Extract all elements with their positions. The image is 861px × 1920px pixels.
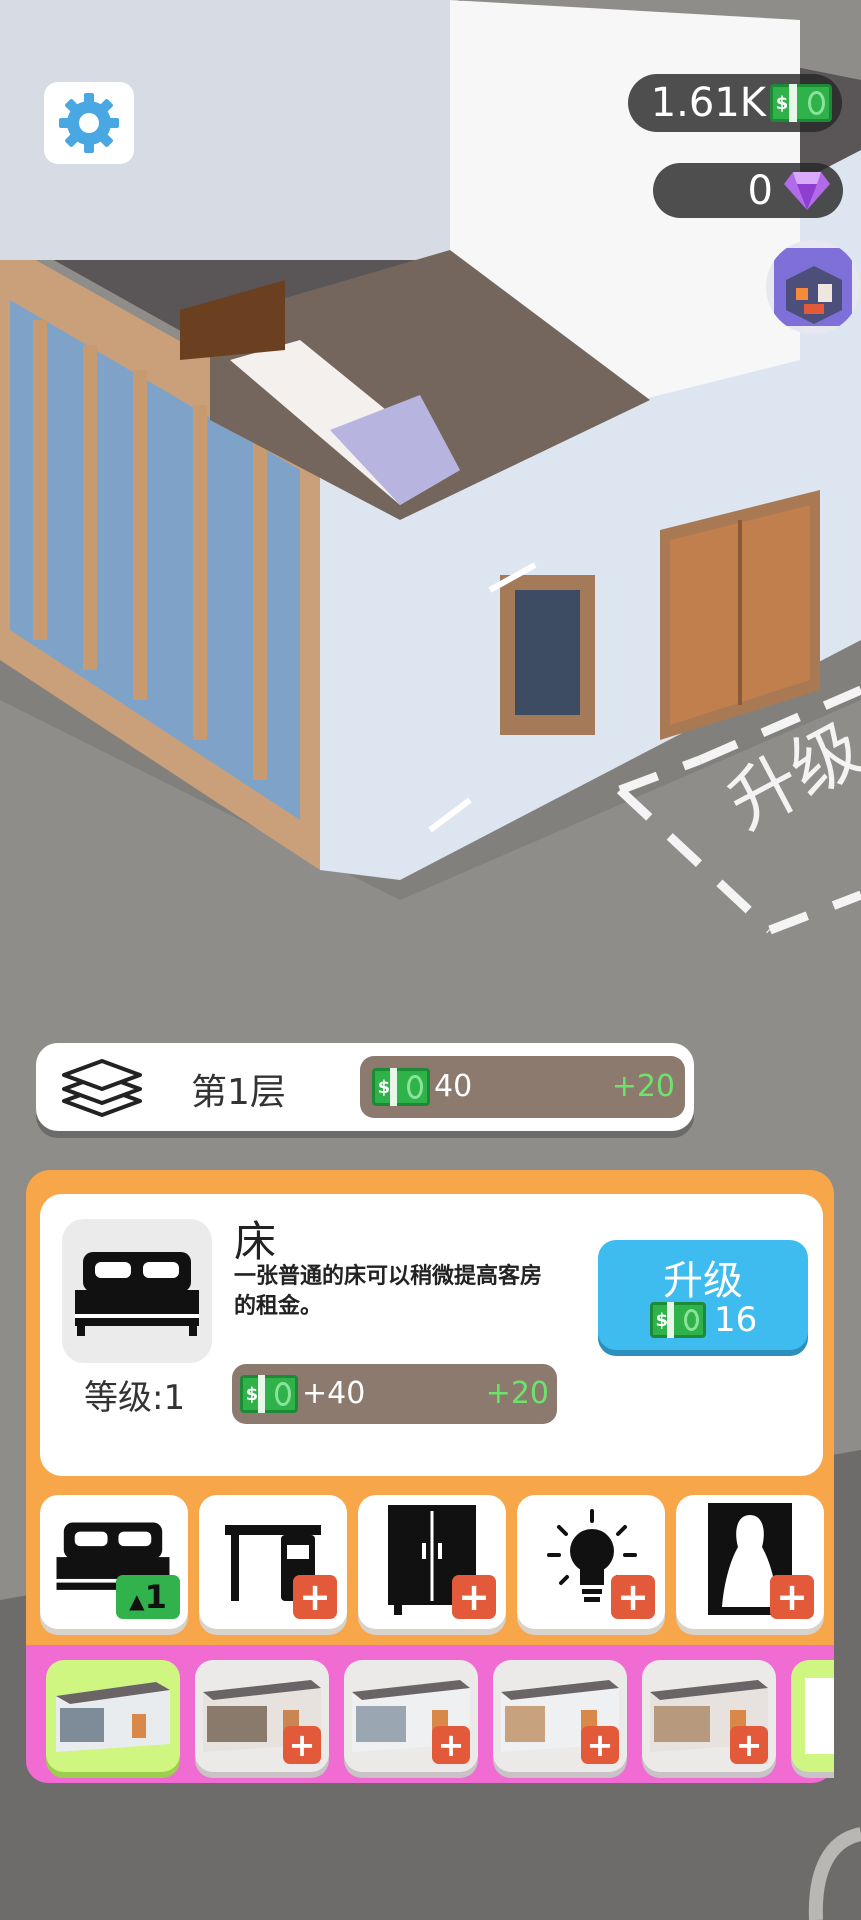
floor-income: 40 — [434, 1069, 473, 1104]
house-option-selected[interactable] — [46, 1660, 180, 1772]
floor-bonus: +20 — [611, 1069, 675, 1104]
add-icon: + — [730, 1726, 768, 1764]
furniture-slot-desk[interactable]: + — [199, 1495, 347, 1629]
item-bonus: +20 — [485, 1376, 549, 1411]
level-badge: ▲1 — [116, 1575, 180, 1619]
furniture-slot-mirror[interactable]: + — [676, 1495, 824, 1629]
furniture-slot-lamp[interactable]: + — [517, 1495, 665, 1629]
bed-icon — [75, 1252, 199, 1336]
item-name: 床 — [234, 1217, 277, 1266]
house-thumbnail-icon — [805, 1678, 834, 1754]
add-icon: + — [293, 1575, 337, 1619]
item-detail-card: 等级:1 床 一张普通的床可以稍微提高客房 的租金。 $ +40 +20 升级 … — [40, 1194, 823, 1476]
item-level: 等级:1 — [84, 1378, 186, 1418]
settings-button[interactable] — [44, 82, 134, 164]
ground-arc-decoration — [808, 1827, 861, 1920]
add-icon: + — [611, 1575, 655, 1619]
house-option-5[interactable]: + — [642, 1660, 776, 1772]
cash-icon: $ — [240, 1375, 298, 1413]
cash-icon: $ — [650, 1302, 706, 1338]
item-image — [62, 1219, 212, 1363]
upgrade-button[interactable]: 升级 $ 16 — [598, 1240, 808, 1350]
add-icon: + — [432, 1726, 470, 1764]
item-income-pill: $ +40 +20 — [232, 1364, 557, 1424]
furniture-slot-wardrobe[interactable]: + — [358, 1495, 506, 1629]
gem-icon — [784, 171, 830, 210]
gem-counter: 0 — [653, 163, 843, 218]
add-icon: + — [770, 1575, 814, 1619]
house-option-6-partial[interactable] — [791, 1660, 834, 1772]
house-thumbnail-icon — [56, 1682, 170, 1752]
upgrade-cost: 16 — [714, 1300, 758, 1340]
item-description: 一张普通的床可以稍微提高客房 的租金。 — [234, 1264, 543, 1319]
level-up-icon: ▲ — [129, 1589, 145, 1613]
add-icon: + — [283, 1726, 321, 1764]
cash-amount: 1.61K — [650, 80, 766, 126]
cash-icon: $ — [372, 1068, 430, 1106]
gear-icon — [59, 93, 119, 153]
house-option-2[interactable]: + — [195, 1660, 329, 1772]
add-icon: + — [581, 1726, 619, 1764]
house-option-3[interactable]: + — [344, 1660, 478, 1772]
floor-bar[interactable]: 第1层 $ 40 +20 — [36, 1043, 694, 1131]
cash-icon: $ — [770, 84, 832, 122]
level-badge-value: 1 — [144, 1578, 167, 1616]
add-icon: + — [452, 1575, 496, 1619]
item-income: +40 — [302, 1376, 366, 1411]
building-icon — [774, 248, 852, 326]
cash-counter: 1.61K $ — [628, 74, 842, 132]
upgrade-label: 升级 — [663, 1258, 743, 1304]
house-option-4[interactable]: + — [493, 1660, 627, 1772]
floor-income-pill: $ 40 +20 — [360, 1056, 685, 1118]
layers-icon — [62, 1059, 142, 1117]
floor-label: 第1层 — [191, 1072, 286, 1113]
furniture-slot-bed[interactable]: ▲1 — [40, 1495, 188, 1629]
building-thumbnail-button[interactable] — [766, 240, 860, 334]
gem-amount: 0 — [747, 167, 773, 214]
